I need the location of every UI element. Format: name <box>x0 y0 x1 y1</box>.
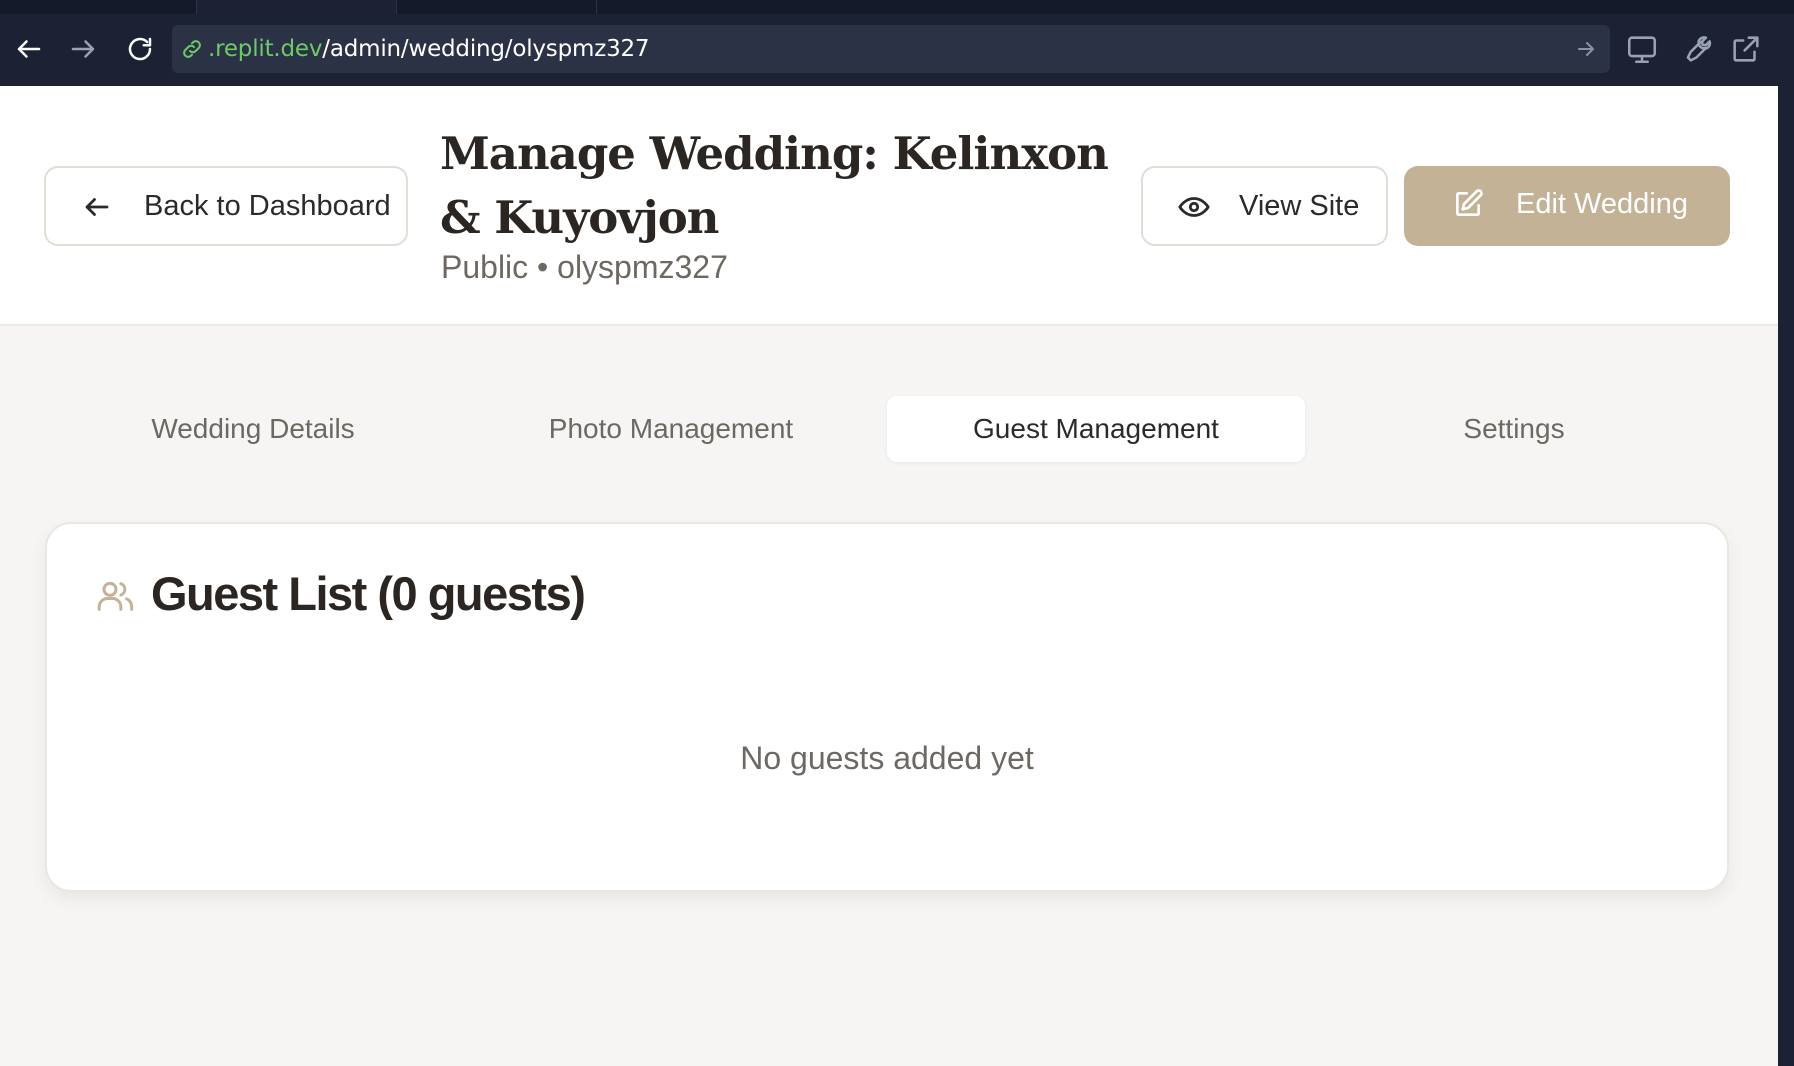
browser-tab-active[interactable] <box>197 0 397 14</box>
page-title: Manage Wedding: Kelinxon & Kuyovjon <box>440 127 1109 244</box>
tab-wedding-details[interactable]: Wedding Details <box>44 396 462 462</box>
window-edge <box>1778 86 1794 1066</box>
tab-settings[interactable]: Settings <box>1305 396 1723 462</box>
url-path: /admin/wedding/olyspmz327 <box>322 36 650 62</box>
link-icon <box>183 40 201 58</box>
edit-icon <box>1456 189 1483 216</box>
view-site-label: View Site <box>1239 190 1360 222</box>
back-arrow-icon[interactable] <box>10 30 48 68</box>
view-site-button[interactable]: View Site <box>1141 166 1388 246</box>
forward-arrow-icon[interactable] <box>64 30 102 68</box>
back-to-dashboard-button[interactable]: Back to Dashboard <box>44 166 408 246</box>
go-arrow-icon[interactable] <box>1574 37 1598 61</box>
back-to-dashboard-label: Back to Dashboard <box>144 190 391 222</box>
page-header: Back to Dashboard Manage Wedding: Kelinx… <box>0 86 1778 326</box>
browser-tabstrip <box>0 0 1794 14</box>
users-icon <box>97 581 134 611</box>
url-text: .replit.dev/admin/wedding/olyspmz327 <box>208 36 650 62</box>
tab-photo-management[interactable]: Photo Management <box>462 396 880 462</box>
guest-list-card: Guest List (0 guests) No guests added ye… <box>45 522 1729 892</box>
edit-wedding-label: Edit Wedding <box>1516 188 1688 220</box>
browser-tab[interactable] <box>397 0 597 14</box>
arrow-left-icon <box>85 198 109 216</box>
guest-list-title: Guest List (0 guests) <box>151 567 586 620</box>
page-subtitle: Public • olyspmz327 <box>441 249 728 285</box>
browser-tab[interactable] <box>0 0 197 14</box>
eye-icon <box>1178 197 1210 217</box>
empty-state-message: No guests added yet <box>740 740 1034 776</box>
tab-list: Wedding Details Photo Management Guest M… <box>44 396 1730 464</box>
reload-icon[interactable] <box>121 30 159 68</box>
tab-guest-management[interactable]: Guest Management <box>887 396 1305 462</box>
url-domain: .replit.dev <box>208 36 323 62</box>
browser-chrome: .replit.dev/admin/wedding/olyspmz327 <box>0 0 1794 86</box>
edit-wedding-button[interactable]: Edit Wedding <box>1404 166 1730 246</box>
address-bar[interactable]: .replit.dev/admin/wedding/olyspmz327 <box>172 25 1610 73</box>
external-link-icon[interactable] <box>1729 32 1763 66</box>
monitor-icon[interactable] <box>1625 32 1659 66</box>
page-content: Back to Dashboard Manage Wedding: Kelinx… <box>0 86 1778 1066</box>
wrench-icon[interactable] <box>1678 32 1712 66</box>
